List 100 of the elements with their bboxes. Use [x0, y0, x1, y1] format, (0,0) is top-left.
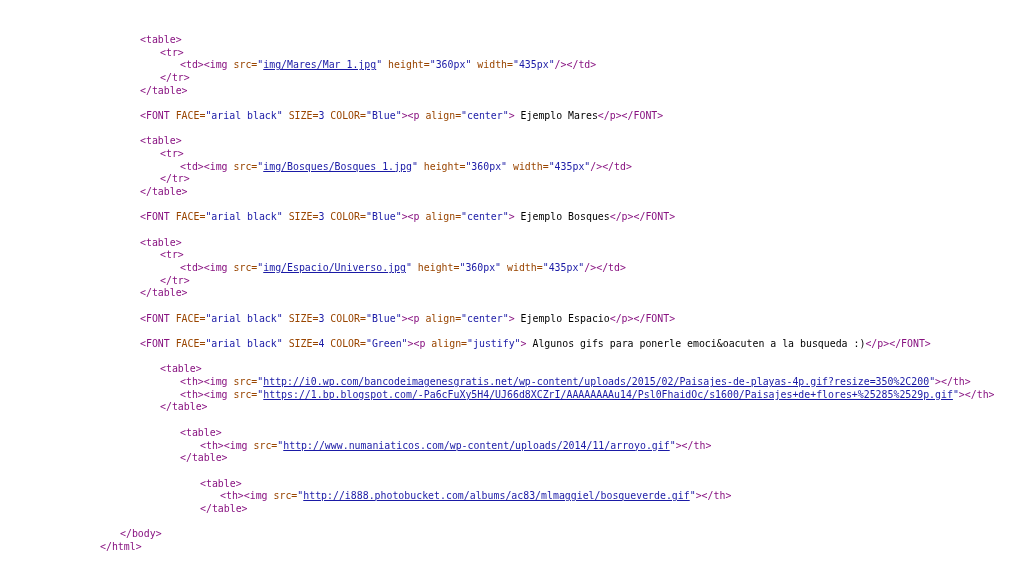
attribute-value: "	[952, 388, 959, 400]
tag-text: /></td>	[584, 262, 626, 274]
tag-text: >	[508, 211, 515, 223]
attribute-name: height=	[387, 59, 430, 71]
attribute-value: "Green"	[365, 338, 408, 350]
attribute-name: align=	[424, 110, 462, 122]
tag-text: <th><img	[180, 388, 228, 400]
attribute-value: "center"	[461, 110, 509, 122]
tag-text: </table>	[200, 502, 248, 514]
tag-text: ><p	[401, 211, 420, 223]
tag-text: <FONT	[140, 338, 170, 350]
attribute-value: "435px"	[542, 262, 585, 274]
attribute-value: "Blue"	[365, 211, 402, 223]
attribute-value: "	[929, 376, 936, 388]
tag-text: <table>	[160, 363, 202, 375]
attribute-name: width=	[506, 262, 543, 274]
attribute-value: "arial black"	[205, 211, 283, 223]
link[interactable]: https://1.bp.blogspot.com/-Pa6cFuXy5H4/UJ66d8XCZrI/AAAAAAAAu14/Psl0FhaidOc/s1600/Paisajes+de+flores+%25285%2529p.gif	[263, 388, 953, 400]
attribute-value: 3	[318, 211, 325, 223]
attribute-name: align=	[424, 211, 462, 223]
tag-text: /></td>	[554, 59, 597, 71]
attribute-name: width=	[511, 160, 549, 172]
attribute-name: COLOR=	[329, 312, 366, 324]
text: Ejemplo Mares	[519, 110, 598, 122]
attribute-name: SIZE=	[287, 211, 319, 223]
attribute-value: "	[669, 439, 676, 451]
tag-text: ></th>	[695, 490, 732, 502]
attribute-name: SIZE=	[287, 338, 319, 350]
tag-text: <table>	[140, 135, 182, 147]
attribute-value: "	[411, 160, 418, 172]
attribute-value: "435px"	[513, 59, 555, 71]
tag-text: /></td>	[590, 160, 632, 172]
attribute-name: src=	[232, 262, 258, 274]
tag-text: <table>	[200, 477, 242, 489]
attribute-name: COLOR=	[329, 110, 366, 122]
link[interactable]: img/Bosques/Bosques 1.jpg	[263, 160, 412, 172]
tag-text: ></th>	[675, 439, 712, 451]
attribute-value: "435px"	[548, 160, 591, 172]
attribute-name: src=	[232, 376, 258, 388]
attribute-name: height=	[422, 160, 466, 172]
attribute-value: 3	[318, 312, 325, 324]
tag-text: <table>	[140, 236, 182, 248]
link[interactable]: img/Espacio/Universo.jpg	[263, 262, 406, 274]
tag-text: <td><img	[180, 160, 228, 172]
attribute-value: "360px"	[429, 59, 472, 71]
tag-text: <td><img	[180, 59, 228, 71]
link[interactable]: img/Mares/Mar 1.jpg	[263, 59, 377, 71]
tag-text: <tr>	[160, 148, 184, 160]
tag-text: </tr>	[160, 274, 190, 286]
attribute-value: "center"	[461, 211, 509, 223]
tag-text: <FONT	[140, 110, 170, 122]
tag-text: </p></FONT>	[609, 211, 676, 223]
tag-text: </table>	[140, 287, 188, 299]
attribute-value: "	[257, 59, 264, 71]
attribute-value: "center"	[461, 312, 509, 324]
tag-text: <FONT	[140, 211, 170, 223]
attribute-name: src=	[232, 388, 258, 400]
attribute-value: "	[297, 490, 304, 502]
tag-text: </html>	[100, 540, 142, 552]
attribute-name: src=	[232, 59, 258, 71]
tag-text: </p></FONT>	[609, 312, 676, 324]
attribute-name: FACE=	[174, 338, 206, 350]
tag-text: </table>	[160, 401, 208, 413]
attribute-value: "	[257, 262, 264, 274]
attribute-value: "	[277, 439, 284, 451]
attribute-name: FACE=	[174, 211, 206, 223]
attribute-value: 3	[318, 110, 325, 122]
tag-text: <table>	[180, 426, 222, 438]
attribute-name: width=	[476, 59, 513, 71]
tag-text: <FONT	[140, 312, 170, 324]
link[interactable]: http://www.numaniaticos.com/wp-content/uploads/2014/11/arroyo.gif	[283, 439, 670, 451]
tag-text: <table>	[140, 34, 182, 45]
tag-text: >	[520, 338, 527, 350]
tag-text: <th><img	[180, 376, 228, 388]
attribute-value: 4	[318, 338, 325, 350]
attribute-value: "	[689, 490, 696, 502]
tag-text: ><p	[401, 312, 420, 324]
tag-text: <th><img	[220, 490, 268, 502]
tag-text: </body>	[120, 528, 162, 540]
attribute-value: "360px"	[465, 160, 508, 172]
attribute-value: "	[257, 376, 264, 388]
link[interactable]: http://i0.wp.com/bancodeimagenesgratis.net/wp-content/uploads/2015/02/Paisajes-de-playas-4p.gif?resize=350%2C200	[263, 376, 930, 388]
attribute-value: "arial black"	[205, 110, 283, 122]
attribute-name: align=	[424, 312, 462, 324]
attribute-name: height=	[416, 262, 460, 274]
attribute-value: "Blue"	[365, 110, 402, 122]
tag-text: </table>	[140, 186, 188, 198]
attribute-name: SIZE=	[287, 110, 319, 122]
attribute-value: "	[257, 388, 264, 400]
attribute-value: "360px"	[459, 262, 502, 274]
attribute-name: COLOR=	[329, 211, 366, 223]
tag-text: <th><img	[200, 439, 248, 451]
tag-text: </p></FONT>	[597, 110, 664, 122]
tag-text: </tr>	[160, 173, 190, 185]
attribute-name: COLOR=	[329, 338, 366, 350]
attribute-name: FACE=	[174, 312, 206, 324]
link[interactable]: http://i888.photobucket.com/albums/ac83/mlmaggiel/bosqueverde.gif	[303, 490, 690, 502]
tag-text: <tr>	[160, 249, 184, 261]
text: Ejemplo Bosques	[519, 211, 610, 223]
attribute-value: "arial black"	[205, 338, 283, 350]
